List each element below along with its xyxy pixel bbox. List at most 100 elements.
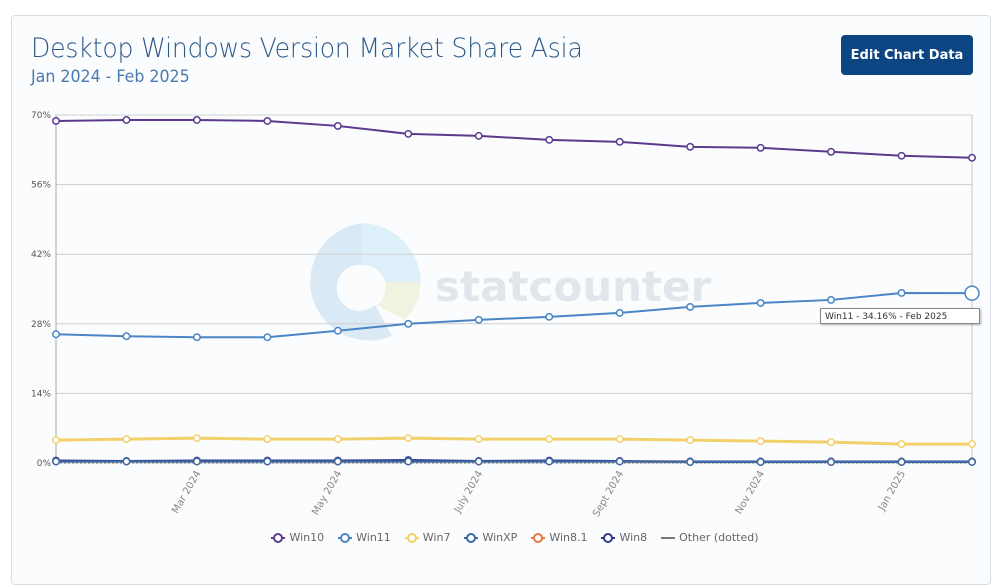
data-point[interactable] xyxy=(898,153,904,159)
data-point[interactable] xyxy=(546,314,552,320)
data-point[interactable] xyxy=(53,458,59,464)
data-point[interactable] xyxy=(335,458,341,464)
data-point[interactable] xyxy=(53,331,59,337)
data-point[interactable] xyxy=(405,131,411,137)
data-point[interactable] xyxy=(53,118,59,124)
y-tick-label: 28% xyxy=(31,320,51,330)
data-point[interactable] xyxy=(264,458,270,464)
data-point[interactable] xyxy=(757,145,763,151)
data-point[interactable] xyxy=(405,435,411,441)
legend-dot xyxy=(603,533,613,543)
legend-circle-icon xyxy=(405,533,419,543)
y-tick-label: 70% xyxy=(31,111,51,121)
watermark-logo-segment xyxy=(377,282,421,320)
legend-item-win8[interactable]: Win8 xyxy=(601,531,647,544)
legend-item-win8-1[interactable]: Win8.1 xyxy=(531,531,587,544)
data-point[interactable] xyxy=(687,144,693,150)
data-point[interactable] xyxy=(969,459,975,465)
data-point[interactable] xyxy=(757,438,763,444)
data-point[interactable] xyxy=(757,300,763,306)
data-point[interactable] xyxy=(616,458,622,464)
series-win7 xyxy=(53,435,975,447)
data-point[interactable] xyxy=(123,117,129,123)
watermark-text: statcounter xyxy=(435,262,712,311)
data-point[interactable] xyxy=(546,436,552,442)
y-tick-label: 14% xyxy=(31,389,51,399)
data-point[interactable] xyxy=(898,441,904,447)
data-tooltip: Win11 - 34.16% - Feb 2025 xyxy=(820,308,980,324)
legend-label: Win7 xyxy=(423,531,451,544)
data-point[interactable] xyxy=(476,317,482,323)
data-point[interactable] xyxy=(194,458,200,464)
data-point[interactable] xyxy=(687,304,693,310)
data-point[interactable] xyxy=(898,290,904,296)
legend-label: Win8.1 xyxy=(549,531,587,544)
legend-dot xyxy=(533,533,543,543)
data-point[interactable] xyxy=(264,118,270,124)
data-point[interactable] xyxy=(194,117,200,123)
statcounter-watermark: statcounter xyxy=(310,223,711,341)
legend-label: WinXP xyxy=(482,531,517,544)
data-point[interactable] xyxy=(828,297,834,303)
data-point[interactable] xyxy=(616,310,622,316)
legend-dot xyxy=(407,533,417,543)
legend-item-winxp[interactable]: WinXP xyxy=(464,531,517,544)
legend-circle-icon xyxy=(338,533,352,543)
x-tick-label: May 2024 xyxy=(310,469,344,517)
legend-item-win11[interactable]: Win11 xyxy=(338,531,391,544)
data-point[interactable] xyxy=(687,437,693,443)
legend-circle-icon xyxy=(601,533,615,543)
legend-label: Other (dotted) xyxy=(679,531,758,544)
data-point[interactable] xyxy=(757,459,763,465)
data-point[interactable] xyxy=(616,139,622,145)
data-point[interactable] xyxy=(335,328,341,334)
legend-dot xyxy=(466,533,476,543)
data-point[interactable] xyxy=(898,459,904,465)
x-tick-label: Nov 2024 xyxy=(734,469,768,516)
data-point[interactable] xyxy=(123,436,129,442)
data-point[interactable] xyxy=(264,436,270,442)
x-tick-label: Mar 2024 xyxy=(170,469,203,516)
data-point[interactable] xyxy=(546,458,552,464)
data-point[interactable] xyxy=(123,458,129,464)
legend-item-win10[interactable]: Win10 xyxy=(271,531,324,544)
legend-item-win7[interactable]: Win7 xyxy=(405,531,451,544)
data-point[interactable] xyxy=(965,286,979,300)
data-point[interactable] xyxy=(616,436,622,442)
data-point[interactable] xyxy=(476,458,482,464)
data-point[interactable] xyxy=(828,149,834,155)
data-point[interactable] xyxy=(687,459,693,465)
legend-line-icon xyxy=(661,533,675,543)
data-point[interactable] xyxy=(828,459,834,465)
legend-circle-icon xyxy=(531,533,545,543)
data-point[interactable] xyxy=(969,155,975,161)
legend-dot xyxy=(273,533,283,543)
legend-label: Win11 xyxy=(356,531,391,544)
data-point[interactable] xyxy=(546,137,552,143)
line-chart: statcounter 0%14%28%42%56%70% Mar 2024Ma… xyxy=(0,0,1000,530)
legend-line xyxy=(661,537,675,539)
data-point[interactable] xyxy=(194,334,200,340)
series-winxp xyxy=(53,458,975,465)
data-point[interactable] xyxy=(335,436,341,442)
data-point[interactable] xyxy=(405,321,411,327)
y-tick-label: 56% xyxy=(31,181,51,191)
x-tick-label: Sept 2024 xyxy=(591,469,626,519)
legend-item-other-dotted[interactable]: Other (dotted) xyxy=(661,531,758,544)
legend-label: Win10 xyxy=(289,531,324,544)
x-tick-label: Jan 2025 xyxy=(876,469,908,514)
y-tick-label: 42% xyxy=(31,250,51,260)
x-tick-label: July 2024 xyxy=(452,469,485,516)
data-point[interactable] xyxy=(123,333,129,339)
data-point[interactable] xyxy=(969,441,975,447)
data-point[interactable] xyxy=(194,435,200,441)
legend-circle-icon xyxy=(271,533,285,543)
series-win10 xyxy=(53,117,975,161)
data-point[interactable] xyxy=(53,437,59,443)
data-point[interactable] xyxy=(264,334,270,340)
data-point[interactable] xyxy=(335,123,341,129)
data-point[interactable] xyxy=(828,439,834,445)
data-point[interactable] xyxy=(405,458,411,464)
data-point[interactable] xyxy=(476,133,482,139)
data-point[interactable] xyxy=(476,436,482,442)
